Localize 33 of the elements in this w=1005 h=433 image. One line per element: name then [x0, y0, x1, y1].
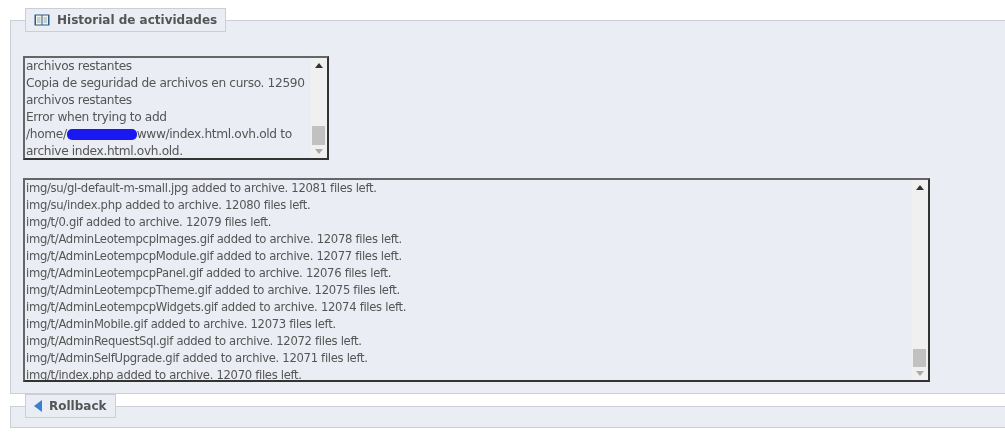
- scroll-thumb[interactable]: [913, 349, 926, 367]
- log-line: img/t/AdminLeotempcpModule.gif added to archive. 12077 files left.: [26, 249, 402, 263]
- redaction-mark: [66, 129, 137, 140]
- log-line: archivos restantes: [26, 59, 132, 73]
- back-arrow-icon[interactable]: [34, 400, 42, 412]
- log-line: img/su/gl-default-m-small.jpg added to archive. 12081 files left.: [26, 181, 377, 195]
- log-line: img/t/AdminMobile.gif added to archive. 12073 files left.: [26, 317, 336, 331]
- book-icon: [34, 13, 50, 27]
- log-line: archive index.html.ovh.old.: [26, 144, 183, 158]
- log-line: Copia de seguridad de archivos en curso. 12590: [26, 76, 305, 90]
- scrollbar[interactable]: [311, 58, 327, 158]
- log-line: img/t/AdminSelfUpgrade.gif added to archive. 12071 files left.: [26, 351, 368, 365]
- log-line: /home/: [26, 127, 67, 141]
- log-line: archivos restantes: [26, 93, 132, 107]
- scrollbar[interactable]: [912, 180, 928, 380]
- log-line: img/t/AdminRequestSql.gif added to archive. 12072 files left.: [26, 334, 362, 348]
- section-title: Rollback: [49, 399, 107, 413]
- scroll-up-icon[interactable]: [315, 63, 323, 68]
- scroll-thumb[interactable]: [312, 126, 325, 145]
- log-line: img/t/AdminLeotempcpPanel.gif added to archive. 12076 files left.: [26, 266, 392, 280]
- log-line: www/index.html.ovh.old to: [136, 127, 292, 141]
- scroll-down-icon[interactable]: [916, 371, 924, 376]
- log-line: img/t/0.gif added to archive. 12079 files left.: [26, 215, 272, 229]
- log-line: Error when trying to add: [26, 110, 167, 124]
- section-title: Historial de actividades: [57, 13, 218, 27]
- scroll-up-icon[interactable]: [916, 185, 924, 190]
- log-line: img/t/AdminLeotempcpWidgets.gif added to archive. 12074 files left.: [26, 300, 407, 314]
- log-line: img/t/AdminLeotempcpImages.gif added to archive. 12078 files left.: [26, 232, 402, 246]
- scroll-down-icon[interactable]: [315, 149, 323, 154]
- file-log-area[interactable]: [23, 178, 930, 382]
- status-log-area[interactable]: archivos restantes Copia de seguridad de archivos en curso. 12590 archivos restantes Error when trying to add /home/ www/index.html.ovh.old to archive index.html.ovh.old.: [23, 56, 329, 160]
- log-line: img/su/index.php added to archive. 12080 files left.: [26, 198, 311, 212]
- log-line: img/t/AdminLeotempcpTheme.gif added to archive. 12075 files left.: [26, 283, 400, 297]
